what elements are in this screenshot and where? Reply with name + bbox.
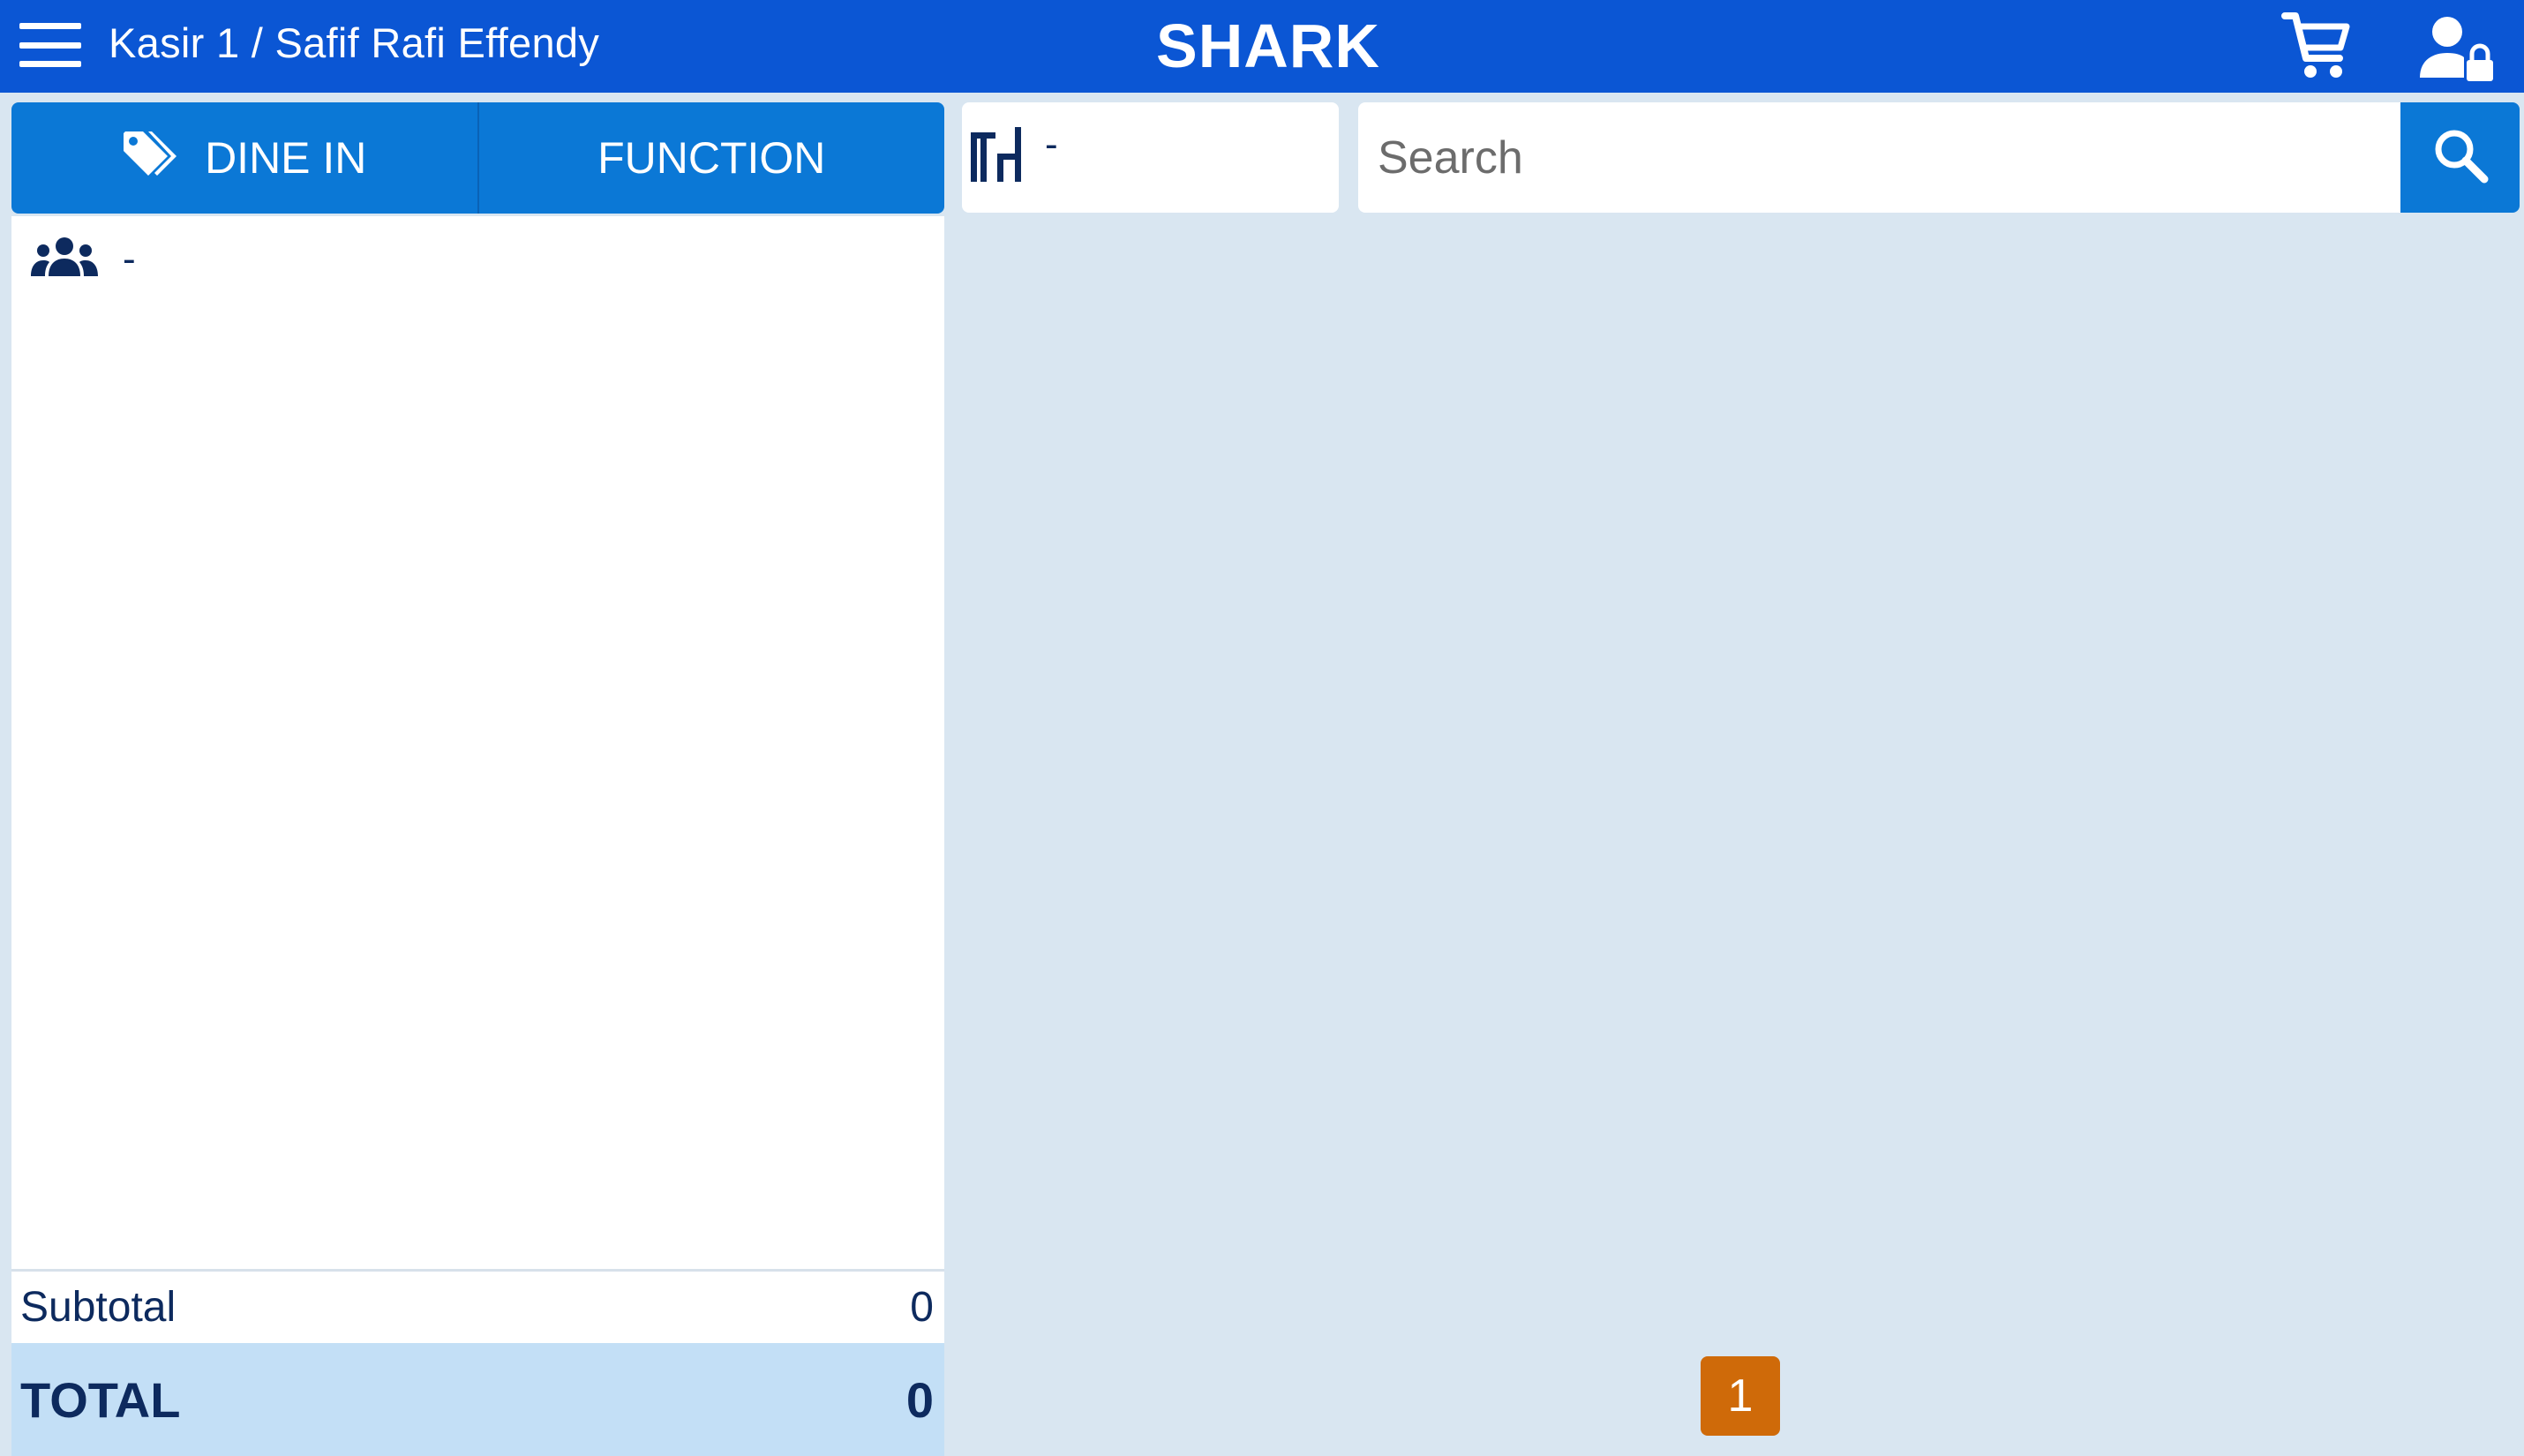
breadcrumb: Kasir 1 / Safif Rafi Effendy <box>109 19 600 66</box>
subtotal-row: Subtotal 0 <box>11 1269 944 1343</box>
search-icon <box>2431 126 2490 189</box>
top-bar: Kasir 1 / Safif Rafi Effendy SHARK <box>0 0 2524 93</box>
order-type-tabs: DINE IN FUNCTION <box>11 102 944 214</box>
guests-row[interactable]: - <box>31 236 136 282</box>
table-icon <box>969 127 1024 186</box>
total-row: TOTAL 0 <box>11 1343 944 1456</box>
total-value: 0 <box>905 1371 934 1428</box>
brand-logo: SHARK <box>1156 11 1380 80</box>
guests-count: - <box>123 236 136 281</box>
subtotal-value: 0 <box>910 1284 934 1331</box>
tab-dine-in[interactable]: DINE IN <box>11 102 477 214</box>
search-input[interactable] <box>1358 102 2401 213</box>
total-label: TOTAL <box>20 1371 181 1428</box>
tab-function-label: FUNCTION <box>597 133 826 183</box>
user-lock-icon[interactable] <box>2418 11 2498 83</box>
page-button[interactable]: 1 <box>1701 1356 1780 1436</box>
menu-icon[interactable] <box>19 23 81 67</box>
table-selector[interactable]: - <box>962 102 1339 213</box>
search-button[interactable] <box>2400 102 2520 213</box>
table-value: - <box>1045 123 1058 166</box>
tab-function[interactable]: FUNCTION <box>477 102 945 214</box>
tab-dine-in-label: DINE IN <box>205 133 367 183</box>
order-items-panel: - <box>11 216 944 1269</box>
tag-icon <box>122 128 180 188</box>
cart-icon[interactable] <box>2281 9 2352 81</box>
users-icon <box>31 236 98 282</box>
subtotal-label: Subtotal <box>20 1284 177 1331</box>
